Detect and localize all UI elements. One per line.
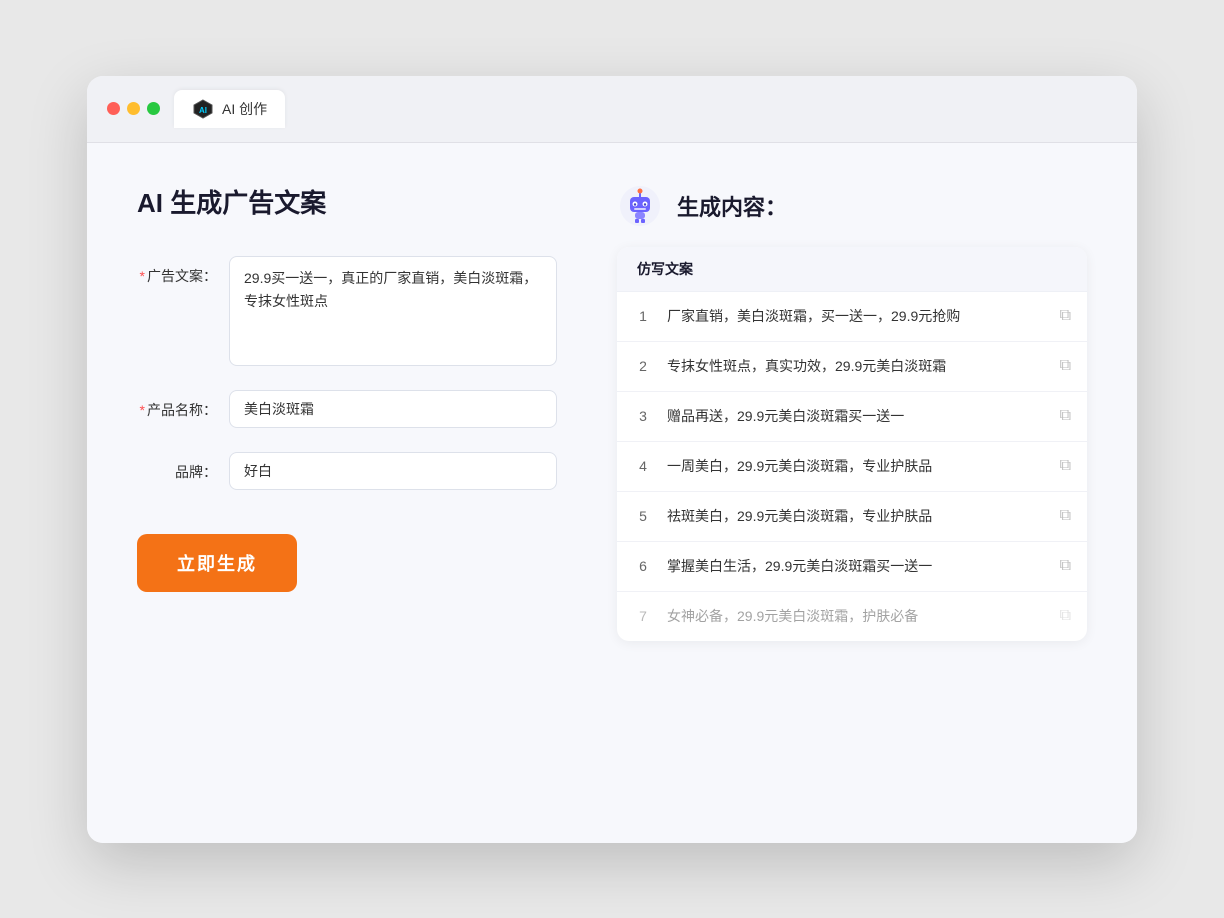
required-star-ad: *: [140, 268, 145, 284]
table-row: 4 一周美白，29.9元美白淡斑霜，专业护肤品 ⧉: [617, 442, 1087, 492]
row-number: 4: [633, 458, 653, 474]
row-text: 女神必备，29.9元美白淡斑霜，护肤必备: [667, 606, 1046, 627]
row-text: 祛斑美白，29.9元美白淡斑霜，专业护肤品: [667, 506, 1046, 527]
row-number: 2: [633, 358, 653, 374]
robot-icon: [617, 183, 663, 229]
form-group-brand: 品牌： 好白: [137, 452, 557, 490]
tab-label: AI 创作: [222, 99, 267, 119]
row-number: 7: [633, 608, 653, 624]
row-text: 厂家直销，美白淡斑霜，买一送一，29.9元抢购: [667, 306, 1046, 327]
row-text: 专抹女性斑点，真实功效，29.9元美白淡斑霜: [667, 356, 1046, 377]
copy-icon[interactable]: ⧉: [1060, 407, 1071, 425]
titlebar: AI AI 创作: [87, 76, 1137, 143]
result-title: 生成内容：: [677, 190, 787, 222]
table-header: 仿写文案: [617, 247, 1087, 292]
copy-icon[interactable]: ⧉: [1060, 307, 1071, 325]
table-row: 5 祛斑美白，29.9元美白淡斑霜，专业护肤品 ⧉: [617, 492, 1087, 542]
copy-icon[interactable]: ⧉: [1060, 607, 1071, 625]
form-group-ad-copy: *广告文案： 29.9买一送一，真正的厂家直销，美白淡斑霜，专抹女性斑点: [137, 256, 557, 366]
row-number: 3: [633, 408, 653, 424]
result-header: 生成内容：: [617, 183, 1087, 229]
browser-window: AI AI 创作 AI 生成广告文案 *广告文案： 29.9买一送一，真正的厂家…: [87, 76, 1137, 843]
ad-copy-label: *广告文案：: [137, 256, 217, 286]
close-button[interactable]: [107, 102, 120, 115]
table-row: 6 掌握美白生活，29.9元美白淡斑霜买一送一 ⧉: [617, 542, 1087, 592]
traffic-lights: [107, 102, 160, 115]
table-row: 3 赠品再送，29.9元美白淡斑霜买一送一 ⧉: [617, 392, 1087, 442]
copy-icon[interactable]: ⧉: [1060, 557, 1071, 575]
brand-label: 品牌：: [137, 452, 217, 482]
main-content: AI 生成广告文案 *广告文案： 29.9买一送一，真正的厂家直销，美白淡斑霜，…: [87, 143, 1137, 843]
row-number: 6: [633, 558, 653, 574]
form-group-product-name: *产品名称： 美白淡斑霜: [137, 390, 557, 428]
ai-tab-icon: AI: [192, 98, 214, 120]
table-row: 7 女神必备，29.9元美白淡斑霜，护肤必备 ⧉: [617, 592, 1087, 641]
table-row: 1 厂家直销，美白淡斑霜，买一送一，29.9元抢购 ⧉: [617, 292, 1087, 342]
copy-icon[interactable]: ⧉: [1060, 507, 1071, 525]
brand-input[interactable]: 好白: [229, 452, 557, 490]
copy-icon[interactable]: ⧉: [1060, 457, 1071, 475]
copy-icon[interactable]: ⧉: [1060, 357, 1071, 375]
row-text: 掌握美白生活，29.9元美白淡斑霜买一送一: [667, 556, 1046, 577]
tab-ai-create[interactable]: AI AI 创作: [174, 90, 285, 128]
row-number: 5: [633, 508, 653, 524]
right-panel: 生成内容： 仿写文案 1 厂家直销，美白淡斑霜，买一送一，29.9元抢购 ⧉ 2 专抹女…: [617, 183, 1087, 793]
svg-text:AI: AI: [199, 106, 207, 115]
row-text: 一周美白，29.9元美白淡斑霜，专业护肤品: [667, 456, 1046, 477]
left-panel: AI 生成广告文案 *广告文案： 29.9买一送一，真正的厂家直销，美白淡斑霜，…: [137, 183, 557, 793]
minimize-button[interactable]: [127, 102, 140, 115]
result-table: 仿写文案 1 厂家直销，美白淡斑霜，买一送一，29.9元抢购 ⧉ 2 专抹女性斑点，真实…: [617, 247, 1087, 641]
ad-copy-input[interactable]: 29.9买一送一，真正的厂家直销，美白淡斑霜，专抹女性斑点: [229, 256, 557, 366]
row-number: 1: [633, 308, 653, 324]
product-name-input[interactable]: 美白淡斑霜: [229, 390, 557, 428]
result-rows-container: 1 厂家直销，美白淡斑霜，买一送一，29.9元抢购 ⧉ 2 专抹女性斑点，真实功效，29…: [617, 292, 1087, 641]
product-name-label: *产品名称：: [137, 390, 217, 420]
table-row: 2 专抹女性斑点，真实功效，29.9元美白淡斑霜 ⧉: [617, 342, 1087, 392]
page-title: AI 生成广告文案: [137, 183, 557, 220]
maximize-button[interactable]: [147, 102, 160, 115]
generate-button[interactable]: 立即生成: [137, 534, 297, 592]
required-star-product: *: [140, 402, 145, 418]
row-text: 赠品再送，29.9元美白淡斑霜买一送一: [667, 406, 1046, 427]
